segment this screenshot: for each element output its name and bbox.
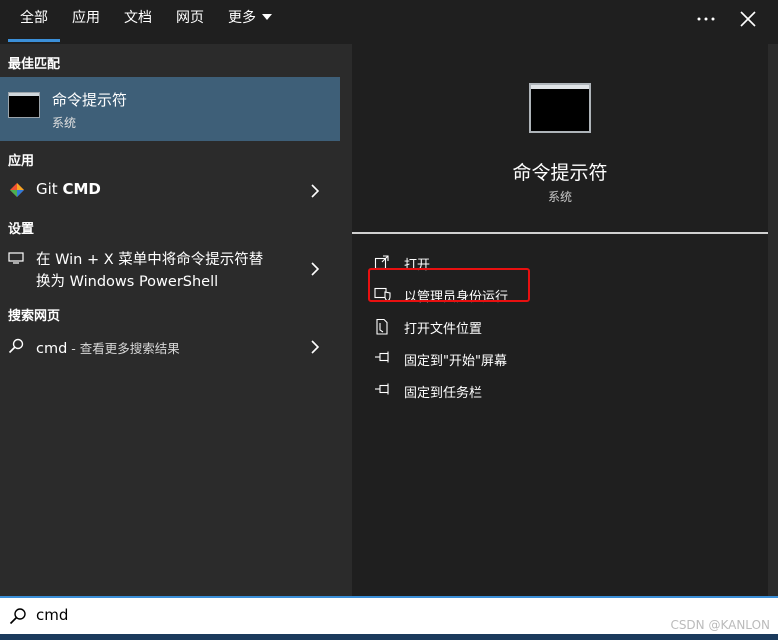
cmd-icon: [529, 83, 591, 133]
settings-heading: 设置: [8, 222, 35, 237]
tab-all[interactable]: 全部: [8, 0, 60, 44]
search-icon: [9, 608, 26, 625]
preview-title: 命令提示符: [512, 162, 608, 184]
git-icon: [10, 183, 24, 197]
chevron-right-icon: [311, 262, 320, 276]
web-query: cmd: [36, 341, 68, 357]
tab-web[interactable]: 网页: [168, 0, 212, 44]
action-pin-to-taskbar[interactable]: 固定到任务栏: [374, 380, 574, 402]
setting-line-1: 在 Win + X 菜单中将命令提示符替: [36, 252, 264, 268]
chevron-right-icon: [311, 340, 320, 354]
pin-icon: [375, 351, 389, 363]
preview-subtitle: 系统: [547, 190, 572, 204]
taskbar-edge: [0, 634, 778, 640]
tab-more[interactable]: 更多: [220, 0, 280, 44]
tab-apps-label: 应用: [72, 10, 100, 26]
list-item-winx-setting[interactable]: 在 Win + X 菜单中将命令提示符替 换为 Windows PowerShe…: [0, 242, 340, 294]
file-icon: [376, 318, 388, 335]
close-icon[interactable]: [736, 8, 760, 30]
chevron-down-icon: [262, 14, 272, 20]
cmd-icon: [8, 92, 40, 118]
search-input[interactable]: cmd: [36, 606, 68, 624]
ellipsis-icon[interactable]: [694, 8, 718, 30]
tab-web-label: 网页: [176, 10, 204, 26]
action-pin-to-taskbar-label: 固定到任务栏: [404, 386, 483, 401]
web-heading: 搜索网页: [8, 309, 61, 324]
best-match-heading: 最佳匹配: [8, 57, 61, 72]
apps-heading: 应用: [8, 154, 35, 169]
tab-apps[interactable]: 应用: [64, 0, 108, 44]
list-item-web-search[interactable]: cmd - 查看更多搜索结果: [0, 328, 340, 366]
top-bar: 全部 应用 文档 网页 更多: [0, 0, 778, 44]
tab-all-label: 全部: [20, 10, 48, 26]
git-cmd-label-prefix: Git: [36, 180, 63, 198]
action-open-file-location[interactable]: 打开文件位置: [374, 316, 574, 338]
list-item-git-cmd[interactable]: Git CMD: [0, 170, 340, 210]
search-icon: [8, 338, 24, 354]
tab-more-label: 更多: [228, 10, 256, 26]
annotation-highlight-box: [368, 268, 530, 302]
best-match-subtitle: 系统: [52, 116, 77, 130]
best-match-title: 命令提示符: [52, 91, 128, 109]
best-match-item[interactable]: 命令提示符 系统: [0, 77, 340, 141]
pin-icon: [375, 383, 389, 395]
watermark: CSDN @KANLON: [670, 618, 770, 632]
tab-documents[interactable]: 文档: [116, 0, 160, 44]
preview-pane: 命令提示符 系统 打开 以管理员身份运行 打开文件位置 固定到"开始"屏幕 固定…: [352, 44, 768, 596]
action-pin-to-start-label: 固定到"开始"屏幕: [404, 354, 507, 369]
display-icon: [8, 252, 24, 264]
git-cmd-label-bold: CMD: [62, 180, 101, 198]
tab-documents-label: 文档: [124, 10, 152, 26]
results-pane: 最佳匹配 命令提示符 系统 应用 Git CMD 设置 在 Win + X 菜单…: [0, 44, 340, 596]
search-bar[interactable]: cmd CSDN @KANLON: [0, 596, 778, 634]
action-open-file-location-label: 打开文件位置: [404, 322, 483, 337]
chevron-right-icon: [311, 184, 320, 198]
web-suffix: - 查看更多搜索结果: [67, 341, 180, 356]
setting-line-2: 换为 Windows PowerShell: [36, 274, 219, 290]
action-pin-to-start[interactable]: 固定到"开始"屏幕: [374, 348, 574, 370]
divider: [352, 232, 768, 234]
